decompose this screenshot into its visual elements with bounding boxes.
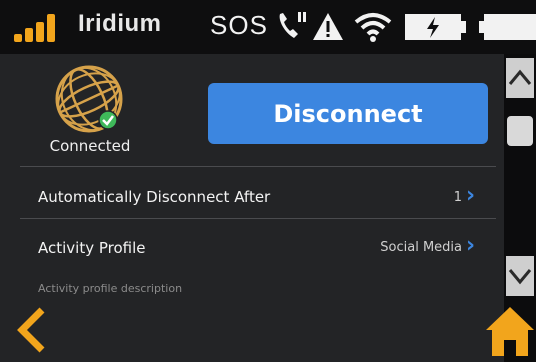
activity-profile-description: Activity profile description bbox=[38, 282, 183, 295]
back-button[interactable] bbox=[14, 306, 50, 354]
wifi-icon bbox=[354, 13, 392, 42]
divider bbox=[20, 218, 496, 219]
disconnect-button[interactable]: Disconnect bbox=[208, 83, 488, 144]
status-bar: Iridium SOS bbox=[0, 0, 536, 54]
check-badge-icon bbox=[98, 110, 118, 130]
activity-profile-value: Social Media bbox=[380, 240, 462, 255]
connected-label: Connected bbox=[49, 137, 131, 155]
auto-disconnect-value: 1 bbox=[453, 190, 462, 205]
battery-charging-icon bbox=[405, 14, 466, 40]
chevron-right-icon: › bbox=[466, 233, 476, 258]
connection-status bbox=[54, 64, 124, 134]
battery-icon bbox=[479, 14, 536, 40]
auto-disconnect-label: Automatically Disconnect After bbox=[38, 188, 271, 206]
scrollbar-thumb[interactable] bbox=[507, 116, 533, 146]
phone-icon bbox=[279, 12, 306, 38]
scroll-down-button[interactable] bbox=[506, 256, 534, 296]
chevron-left-icon bbox=[17, 307, 45, 353]
divider bbox=[20, 166, 496, 167]
warning-icon bbox=[313, 13, 343, 40]
scroll-up-button[interactable] bbox=[506, 58, 534, 98]
carrier-name: Iridium bbox=[78, 10, 162, 37]
activity-profile-label: Activity Profile bbox=[38, 239, 146, 257]
signal-bars-icon bbox=[14, 12, 66, 42]
chevron-right-icon: › bbox=[466, 183, 476, 208]
sos-label: SOS bbox=[210, 10, 268, 40]
home-button[interactable] bbox=[484, 304, 536, 358]
chevron-up-icon bbox=[508, 69, 532, 85]
home-icon bbox=[486, 307, 534, 356]
chevron-down-icon bbox=[508, 269, 532, 285]
